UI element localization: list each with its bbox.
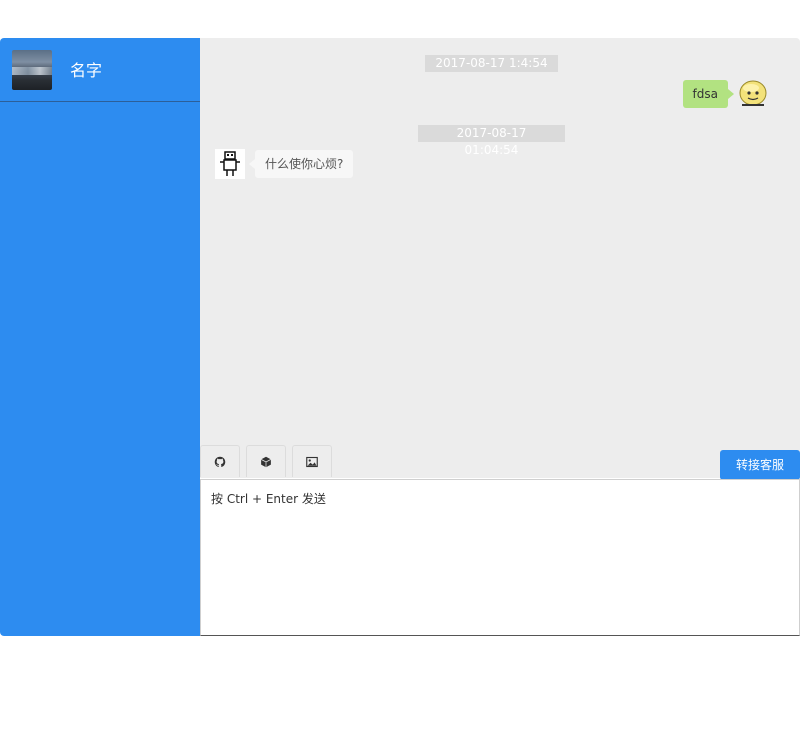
cube-button[interactable]	[246, 445, 286, 477]
chat-panel[interactable]: 2017-08-17 1:4:54 fdsa 2017-08-17 01:04:…	[200, 38, 800, 478]
avatar[interactable]	[12, 50, 52, 90]
message-timestamp: 2017-08-17 1:4:54	[425, 55, 558, 72]
transfer-to-agent-button[interactable]: 转接客服	[720, 450, 800, 480]
bot-message-bubble: 什么使你心烦?	[248, 150, 354, 178]
image-icon	[306, 456, 318, 467]
cube-icon	[260, 456, 272, 467]
github-button[interactable]	[200, 445, 240, 477]
message-timestamp: 2017-08-17 01:04:54	[418, 125, 565, 157]
github-icon	[214, 456, 226, 467]
image-button[interactable]	[292, 445, 332, 477]
sidebar: 名字	[0, 38, 200, 636]
user-avatar-icon	[739, 80, 767, 106]
message-input-area	[200, 479, 800, 636]
user-message-bubble: fdsa	[682, 80, 735, 108]
profile-name: 名字	[70, 61, 103, 80]
robot-avatar-icon	[215, 149, 245, 179]
profile-header: 名字	[0, 38, 200, 102]
chat-toolbar: 转接客服	[200, 445, 800, 480]
message-input[interactable]	[201, 480, 799, 635]
chat-app: 名字 2017-08-17 1:4:54 fdsa 2017-08-17 01:…	[0, 38, 800, 636]
